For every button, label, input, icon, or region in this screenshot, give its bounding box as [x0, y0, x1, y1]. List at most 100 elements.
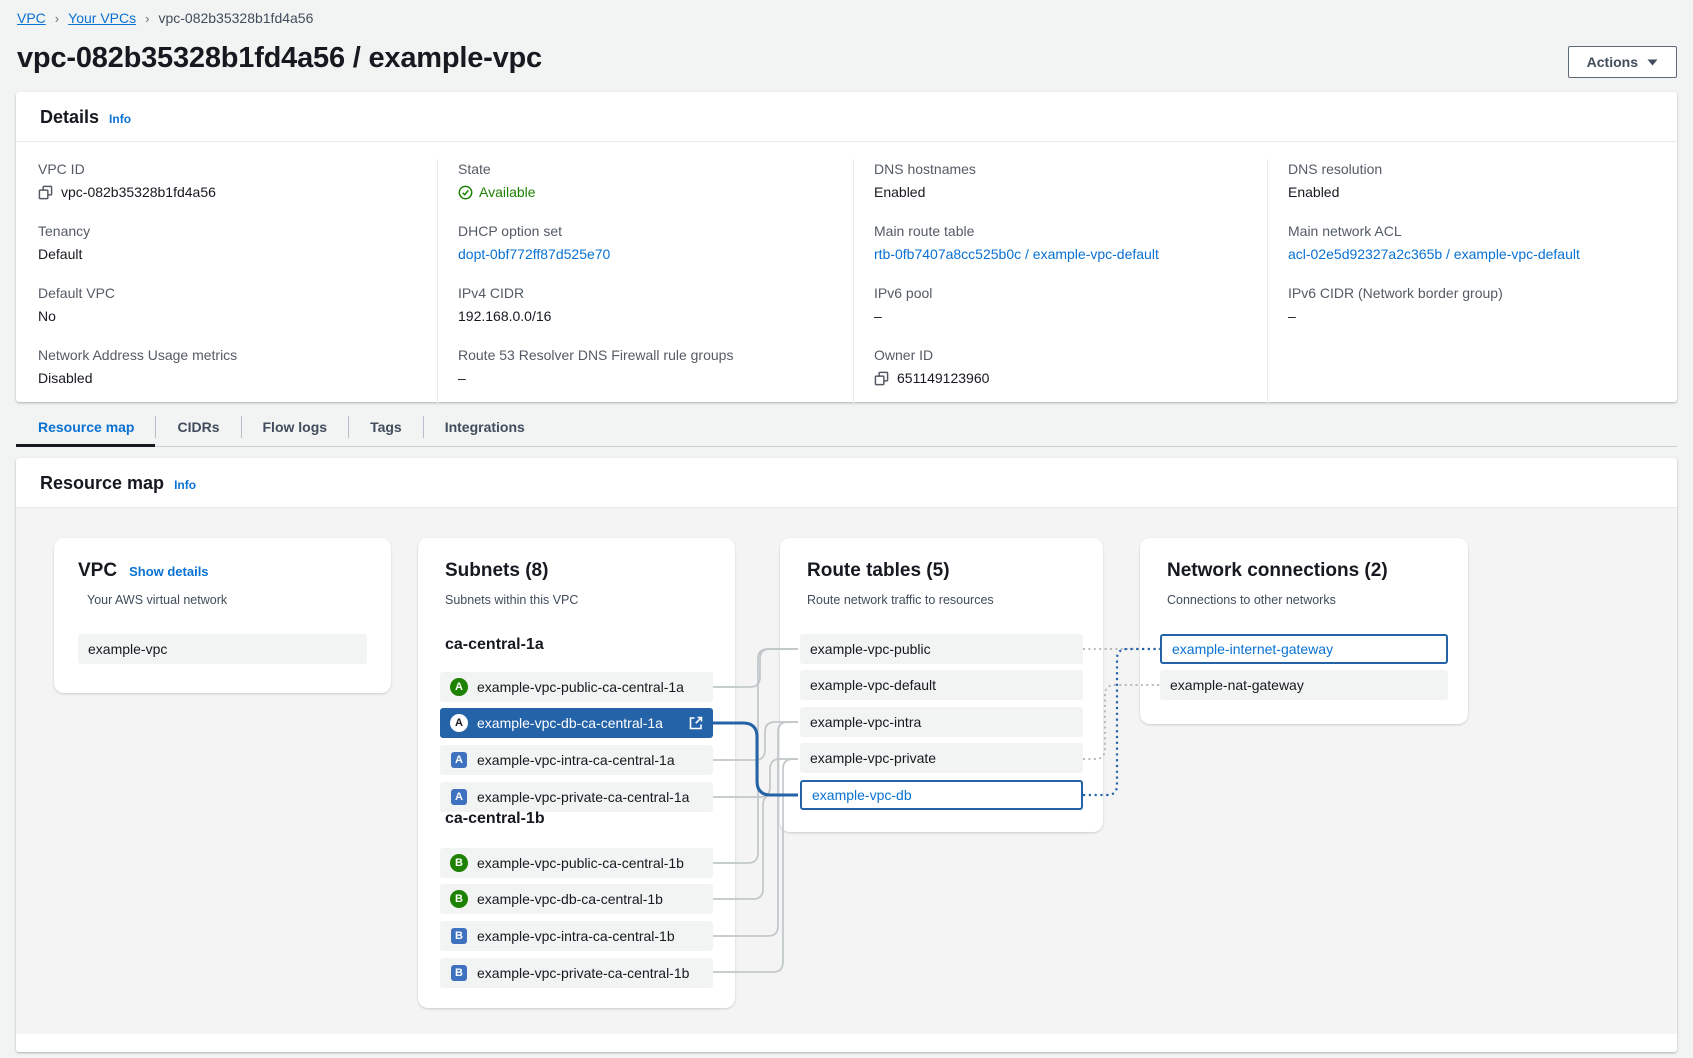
subnet-label: example-vpc-private-ca-central-1b	[477, 965, 689, 981]
tab-label: Flow logs	[263, 419, 328, 435]
field-tenancy: Tenancy Default	[38, 221, 437, 264]
subnet-item-db-1b[interactable]: B example-vpc-db-ca-central-1b	[440, 884, 713, 914]
main-route-table-link[interactable]: rtb-0fb7407a8cc525b0c / example-vpc-defa…	[874, 244, 1159, 264]
details-column-1: VPC ID vpc-082b35328b1fd4a56 Tenancy Def…	[16, 159, 437, 407]
ipv6-pool-value: –	[874, 306, 882, 326]
route-table-label: example-vpc-db	[812, 787, 912, 803]
connection-item-nat-gateway[interactable]: example-nat-gateway	[1160, 670, 1448, 700]
route-tables-card-subtitle: Route network traffic to resources	[807, 593, 994, 607]
resource-map-info-link[interactable]: Info	[174, 478, 196, 492]
route-tables-card: Route tables (5) Route network traffic t…	[780, 538, 1103, 832]
main-network-acl-link[interactable]: acl-02e5d92327a2c365b / example-vpc-defa…	[1288, 244, 1580, 264]
connection-label: example-nat-gateway	[1170, 677, 1304, 693]
check-circle-icon	[458, 185, 473, 200]
subnet-item-public-1b[interactable]: B example-vpc-public-ca-central-1b	[440, 848, 713, 878]
ipv4-cidr-value: 192.168.0.0/16	[458, 306, 551, 326]
subnet-item-db-1a[interactable]: A example-vpc-db-ca-central-1a	[440, 708, 713, 738]
external-link-icon[interactable]	[688, 715, 704, 734]
actions-button-label: Actions	[1587, 54, 1638, 70]
breadcrumb-separator: ›	[145, 11, 149, 26]
route-table-label: example-vpc-private	[810, 750, 936, 766]
subnets-card-subtitle: Subnets within this VPC	[445, 593, 578, 607]
show-details-link[interactable]: Show details	[129, 564, 208, 579]
vpc-node-example-vpc[interactable]: example-vpc	[78, 634, 367, 664]
connection-item-internet-gateway[interactable]: example-internet-gateway	[1160, 634, 1448, 664]
vpc-card-title: VPCShow details	[78, 560, 209, 582]
availability-zone-badge: B	[451, 965, 467, 981]
tab-label: Resource map	[38, 419, 134, 435]
subnet-label: example-vpc-intra-ca-central-1a	[477, 752, 675, 768]
field-ipv4-cidr: IPv4 CIDR 192.168.0.0/16	[458, 283, 853, 326]
field-state: State Available	[458, 159, 853, 202]
breadcrumb-separator: ›	[55, 11, 59, 26]
breadcrumb-current: vpc-082b35328b1fd4a56	[158, 10, 313, 26]
subnet-label: example-vpc-private-ca-central-1a	[477, 789, 689, 805]
tab-tags[interactable]: Tags	[349, 408, 423, 446]
subnet-label: example-vpc-public-ca-central-1b	[477, 855, 684, 871]
default-vpc-value: No	[38, 306, 56, 326]
availability-zone-badge: B	[451, 928, 467, 944]
availability-zone-badge: A	[450, 678, 468, 696]
resource-map-title: Resource map	[40, 473, 164, 494]
subnets-card-title: Subnets (8)	[445, 560, 548, 582]
details-title: Details	[40, 107, 99, 128]
status-available: Available	[458, 182, 536, 202]
subnet-item-private-1a[interactable]: A example-vpc-private-ca-central-1a	[440, 782, 713, 812]
route-table-item-db[interactable]: example-vpc-db	[800, 780, 1083, 810]
details-column-2: State Available DHCP option set dopt-0bf…	[437, 159, 853, 407]
tab-integrations[interactable]: Integrations	[424, 408, 546, 446]
route-table-item-public[interactable]: example-vpc-public	[800, 634, 1083, 664]
subnets-card: Subnets (8) Subnets within this VPC ca-c…	[418, 538, 735, 1008]
details-column-4: DNS resolution Enabled Main network ACL …	[1267, 159, 1677, 407]
tab-bar: Resource map CIDRs Flow logs Tags Integr…	[16, 408, 1677, 447]
actions-button[interactable]: Actions	[1568, 46, 1677, 78]
subnet-item-intra-1a[interactable]: A example-vpc-intra-ca-central-1a	[440, 745, 713, 775]
resource-map-panel-footer	[16, 1034, 1677, 1052]
route-table-item-private[interactable]: example-vpc-private	[800, 743, 1083, 773]
availability-zone-badge: A	[451, 789, 467, 805]
availability-zone-badge: B	[450, 854, 468, 872]
tab-cidrs[interactable]: CIDRs	[156, 408, 240, 446]
dns-resolution-value: Enabled	[1288, 182, 1339, 202]
field-nau-metrics: Network Address Usage metrics Disabled	[38, 345, 437, 388]
field-ipv6-cidr: IPv6 CIDR (Network border group) –	[1288, 283, 1677, 326]
tab-label: Tags	[370, 419, 402, 435]
route53-firewall-value: –	[458, 368, 466, 388]
tab-label: Integrations	[445, 419, 525, 435]
resource-map-header: Resource map Info	[16, 458, 1677, 508]
nau-metrics-value: Disabled	[38, 368, 92, 388]
breadcrumb-link-your-vpcs[interactable]: Your VPCs	[68, 10, 136, 26]
route-table-item-default[interactable]: example-vpc-default	[800, 670, 1083, 700]
vpc-id-value: vpc-082b35328b1fd4a56	[61, 182, 216, 202]
subnet-item-public-1a[interactable]: A example-vpc-public-ca-central-1a	[440, 672, 713, 702]
page-title: vpc-082b35328b1fd4a56 / example-vpc	[17, 42, 542, 75]
vpc-card: VPCShow details Your AWS virtual network…	[54, 538, 391, 693]
tab-flow-logs[interactable]: Flow logs	[242, 408, 349, 446]
breadcrumb-link-vpc[interactable]: VPC	[17, 10, 46, 26]
ipv6-cidr-value: –	[1288, 306, 1296, 326]
dhcp-option-set-link[interactable]: dopt-0bf772ff87d525e70	[458, 244, 610, 264]
route-table-item-intra[interactable]: example-vpc-intra	[800, 707, 1083, 737]
field-dns-hostnames: DNS hostnames Enabled	[874, 159, 1267, 202]
copy-icon[interactable]	[38, 185, 53, 200]
az-group-heading-ca-central-1a: ca-central-1a	[445, 636, 544, 654]
tab-resource-map[interactable]: Resource map	[16, 408, 155, 446]
details-panel: Details Info VPC ID vpc-082b35328b1fd4a5…	[16, 92, 1677, 402]
details-body: VPC ID vpc-082b35328b1fd4a56 Tenancy Def…	[16, 142, 1677, 407]
subnet-label: example-vpc-db-ca-central-1b	[477, 891, 663, 907]
tenancy-value: Default	[38, 244, 82, 264]
details-column-3: DNS hostnames Enabled Main route table r…	[853, 159, 1267, 407]
subnet-item-private-1b[interactable]: B example-vpc-private-ca-central-1b	[440, 958, 713, 988]
field-main-network-acl: Main network ACL acl-02e5d92327a2c365b /…	[1288, 221, 1677, 264]
network-connections-card-subtitle: Connections to other networks	[1167, 593, 1336, 607]
subnet-item-intra-1b[interactable]: B example-vpc-intra-ca-central-1b	[440, 921, 713, 951]
field-main-route-table: Main route table rtb-0fb7407a8cc525b0c /…	[874, 221, 1267, 264]
details-info-link[interactable]: Info	[109, 112, 131, 126]
availability-zone-badge: B	[450, 890, 468, 908]
dns-hostnames-value: Enabled	[874, 182, 925, 202]
copy-icon[interactable]	[874, 371, 889, 386]
caret-down-icon	[1647, 59, 1658, 66]
owner-id-value: 651149123960	[897, 368, 989, 388]
subnet-label: example-vpc-db-ca-central-1a	[477, 715, 663, 731]
resource-map-canvas: VPCShow details Your AWS virtual network…	[16, 508, 1677, 1034]
